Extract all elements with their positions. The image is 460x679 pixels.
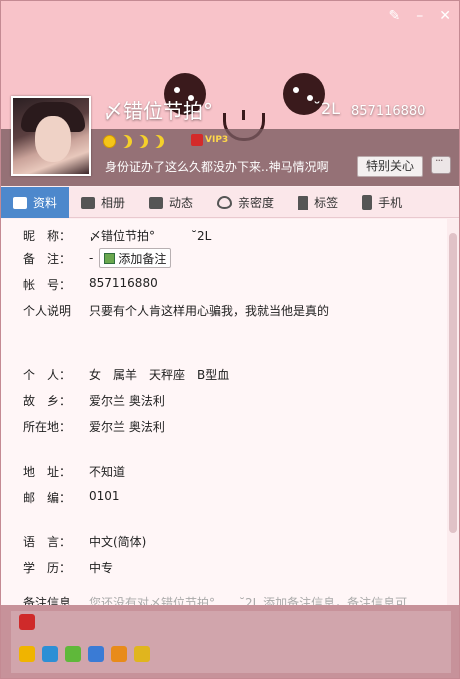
field-label: 邮 编： bbox=[23, 491, 72, 505]
minimize-icon[interactable]: – bbox=[416, 9, 423, 23]
tab-label: 标签 bbox=[314, 196, 339, 210]
tab-label: 亲密度 bbox=[238, 196, 275, 210]
tab-feed[interactable]: 动态 bbox=[137, 187, 205, 218]
tab-intimacy[interactable]: 亲密度 bbox=[205, 187, 286, 218]
field-value: 〆错位节拍° ˘2L bbox=[89, 229, 212, 243]
window-controls: ✎ – ✕ bbox=[389, 9, 451, 23]
field-value: 857116880 bbox=[89, 276, 158, 290]
tab-label: 动态 bbox=[169, 196, 194, 210]
nickname-tail: ˘2L bbox=[313, 99, 341, 118]
chat-bubble-icon[interactable] bbox=[431, 154, 451, 174]
app-icon-bar bbox=[19, 646, 150, 662]
moon-level-icon bbox=[119, 135, 132, 148]
avatar[interactable] bbox=[11, 96, 91, 176]
field-value: 女 属羊 天秤座 B型血 bbox=[89, 368, 230, 382]
row-location: 所在地： 爱尔兰 奥法利 bbox=[23, 418, 165, 435]
profile-card-icon bbox=[13, 196, 27, 209]
remark-icon bbox=[104, 252, 116, 264]
field-value: 中专 bbox=[89, 561, 114, 575]
field-label: 个人说明 bbox=[23, 304, 72, 318]
penguin-icon[interactable] bbox=[111, 646, 127, 662]
avatar-face bbox=[35, 116, 71, 162]
close-icon[interactable]: ✕ bbox=[439, 9, 451, 23]
qzone-icon[interactable] bbox=[42, 646, 58, 662]
row-address: 地 址： 不知道 bbox=[23, 463, 125, 480]
year-badge-icon[interactable] bbox=[19, 614, 35, 630]
field-value: 中文(简体) bbox=[89, 535, 147, 549]
field-value: 不知道 bbox=[89, 465, 126, 479]
vip-badge[interactable]: VIP3 bbox=[191, 134, 228, 146]
field-value: 您还没有对〆错位节拍° ˘2L 添加备注信息，备注信息可 bbox=[89, 596, 408, 605]
row-description: 个人说明 只要有个人肯这样用心骗我，我就当他是真的 bbox=[23, 302, 329, 319]
row-remark-info: 备注信息 您还没有对〆错位节拍° ˘2L 添加备注信息，备注信息可 bbox=[23, 594, 407, 605]
special-care-button[interactable]: 特别关心 bbox=[357, 156, 423, 177]
row-language: 语 言： 中文(简体) bbox=[23, 533, 146, 550]
row-personal: 个 人： 女 属羊 天秤座 B型血 bbox=[23, 366, 229, 383]
qq-number: 857116880 bbox=[351, 104, 426, 119]
row-postcode: 邮 编： 0101 bbox=[23, 489, 120, 506]
tab-label: 相册 bbox=[101, 196, 126, 210]
row-remark: 备 注： - 添加备注 bbox=[23, 248, 172, 268]
field-value: 爱尔兰 奥法利 bbox=[89, 394, 165, 408]
profile-window: ✎ – ✕ 〆错位节拍° ˘2L 857116880 VIP3 身份证办了这么久… bbox=[0, 0, 460, 679]
qq-level-icons[interactable] bbox=[103, 135, 164, 148]
field-label: 昵 称： bbox=[23, 229, 72, 243]
field-label: 故 乡： bbox=[23, 394, 72, 408]
moon-level-icon bbox=[151, 135, 164, 148]
vip-label: VIP3 bbox=[205, 135, 229, 145]
phone-icon bbox=[362, 195, 373, 210]
row-nickname: 昵 称： 〆错位节拍° ˘2L bbox=[23, 227, 211, 244]
field-label: 个 人： bbox=[23, 368, 72, 382]
field-label: 学 历： bbox=[23, 561, 72, 575]
sun-level-icon bbox=[103, 135, 116, 148]
tab-phone[interactable]: 手机 bbox=[350, 187, 414, 218]
bookmark-icon bbox=[298, 195, 309, 210]
profile-details: 昵 称： 〆错位节拍° ˘2L 备 注： - 添加备注 帐 号： 8571168… bbox=[1, 219, 447, 605]
app-icon[interactable] bbox=[65, 646, 81, 662]
vip-icon bbox=[191, 134, 203, 146]
field-label: 帐 号： bbox=[23, 278, 72, 292]
tab-label: 手机 bbox=[378, 196, 403, 210]
row-account: 帐 号： 857116880 bbox=[23, 276, 158, 293]
shield-icon[interactable] bbox=[134, 646, 150, 662]
nickname: 〆错位节拍° bbox=[103, 99, 213, 123]
moon-level-icon bbox=[135, 135, 148, 148]
field-value: 爱尔兰 奥法利 bbox=[89, 420, 165, 434]
photo-icon[interactable] bbox=[88, 646, 104, 662]
field-label: 备 注： bbox=[23, 251, 72, 266]
field-label: 所在地： bbox=[23, 420, 72, 434]
row-education: 学 历： 中专 bbox=[23, 559, 113, 576]
feed-list-icon bbox=[149, 196, 164, 209]
field-value: 0101 bbox=[89, 489, 120, 503]
photo-album-icon bbox=[81, 196, 96, 209]
signature: 身份证办了这么久都没办下来..神马情况啊 bbox=[105, 160, 329, 174]
tab-album[interactable]: 相册 bbox=[69, 187, 137, 218]
tab-label: 资料 bbox=[33, 196, 58, 210]
field-label: 语 言： bbox=[23, 535, 72, 549]
bottom-inner bbox=[11, 611, 451, 673]
field-label: 备注信息 bbox=[23, 596, 72, 605]
scrollbar-thumb[interactable] bbox=[449, 233, 457, 533]
field-value: 只要有个人肯这样用心骗我，我就当他是真的 bbox=[89, 304, 330, 318]
add-remark-button[interactable]: 添加备注 bbox=[99, 248, 172, 268]
tab-profile[interactable]: 资料 bbox=[1, 187, 70, 218]
star-icon[interactable] bbox=[19, 646, 35, 662]
add-remark-label: 添加备注 bbox=[118, 251, 167, 266]
heart-icon bbox=[217, 196, 233, 209]
profile-tabs: 资料 相册 动态 亲密度 标签 手机 bbox=[1, 187, 459, 218]
field-value: - bbox=[89, 251, 94, 265]
skin-brush-icon[interactable]: ✎ bbox=[389, 9, 401, 23]
bottom-panel bbox=[1, 605, 459, 678]
field-label: 地 址： bbox=[23, 465, 72, 479]
tab-tags[interactable]: 标签 bbox=[286, 187, 350, 218]
row-hometown: 故 乡： 爱尔兰 奥法利 bbox=[23, 392, 165, 409]
